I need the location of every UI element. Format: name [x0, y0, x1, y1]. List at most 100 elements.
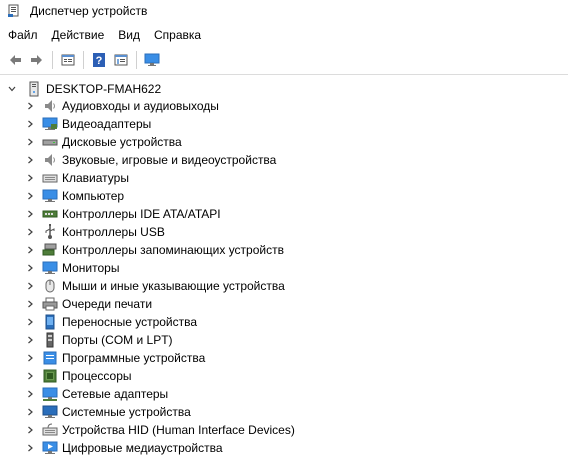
tree-expander[interactable] — [24, 313, 36, 331]
forward-button[interactable] — [26, 49, 48, 71]
tree-expander[interactable] — [24, 223, 36, 241]
tree-category-label: Системные устройства — [62, 405, 191, 419]
back-arrow-icon — [10, 55, 21, 65]
display-adapter-icon — [42, 117, 58, 130]
tree-expander[interactable] — [24, 421, 36, 439]
chevron-right-icon[interactable] — [25, 119, 35, 129]
keyboard-icon — [42, 174, 58, 183]
hid-icon — [42, 423, 58, 436]
chevron-right-icon[interactable] — [25, 263, 35, 273]
properties-icon — [61, 54, 75, 66]
tree-category-item[interactable]: Сетевые адаптеры — [24, 385, 168, 403]
chevron-right-icon[interactable] — [25, 353, 35, 363]
chevron-right-icon[interactable] — [25, 299, 35, 309]
tree-expander[interactable] — [24, 97, 36, 115]
chevron-right-icon[interactable] — [25, 137, 35, 147]
tree-category-item[interactable]: Компьютер — [24, 187, 124, 205]
tree-category-label: Контроллеры запоминающих устройств — [62, 243, 284, 257]
tree-category-label: Процессоры — [62, 369, 132, 383]
toolbar-separator — [52, 51, 53, 69]
chevron-right-icon[interactable] — [25, 191, 35, 201]
tree-expander[interactable] — [6, 80, 18, 98]
tree-category-label: Аудиовходы и аудиовыходы — [62, 99, 219, 113]
storage-controller-icon — [42, 243, 57, 256]
software-device-icon — [43, 351, 57, 365]
properties-button[interactable] — [57, 49, 79, 71]
tree-category-label: Программные устройства — [62, 351, 206, 365]
tree-category-item[interactable]: Мыши и иные указывающие устройства — [24, 277, 285, 295]
chevron-right-icon[interactable] — [25, 389, 35, 399]
chevron-right-icon[interactable] — [25, 407, 35, 417]
menu-file[interactable]: Файл — [3, 25, 43, 45]
chevron-right-icon[interactable] — [25, 101, 35, 111]
portable-device-icon — [45, 314, 55, 330]
tree-category-label: Сетевые адаптеры — [62, 387, 169, 401]
scan-hardware-button[interactable] — [141, 49, 163, 71]
menu-view[interactable]: Вид — [113, 25, 145, 45]
back-button[interactable] — [4, 49, 26, 71]
chevron-right-icon[interactable] — [25, 335, 35, 345]
chevron-right-icon[interactable] — [25, 155, 35, 165]
tree-expander[interactable] — [24, 331, 36, 349]
tree-category-item[interactable]: Контроллеры запоминающих устройств — [24, 241, 284, 259]
chevron-right-icon[interactable] — [25, 317, 35, 327]
chevron-right-icon[interactable] — [25, 209, 35, 219]
tree-category-item[interactable]: Видеоадаптеры — [24, 115, 151, 133]
tree-expander[interactable] — [24, 403, 36, 421]
tree-category-item[interactable]: Звуковые, игровые и видеоустройства — [24, 151, 276, 169]
tree-category-item[interactable]: Контроллеры IDE ATA/ATAPI — [24, 205, 221, 223]
tree-expander[interactable] — [24, 277, 36, 295]
tree-category-label: Видеоадаптеры — [62, 117, 152, 131]
tree-category-label: Очереди печати — [62, 297, 153, 311]
menu-bar: Файл Действие Вид Справка — [0, 25, 568, 45]
monitor-icon — [42, 189, 58, 202]
tree-category-label: Цифровые медиаустройства — [62, 441, 223, 455]
device-manager-icon — [7, 4, 21, 18]
printer-icon — [42, 297, 58, 311]
tree-expander[interactable] — [24, 205, 36, 223]
toolbar-separator — [136, 51, 137, 69]
tree-category-item[interactable]: Мониторы — [24, 259, 119, 277]
tree-expander[interactable] — [24, 367, 36, 385]
help-button[interactable]: ? — [88, 49, 110, 71]
tree-category-item[interactable]: Очереди печати — [24, 295, 152, 313]
show-hide-console-tree-button[interactable] — [110, 49, 132, 71]
tree-category-item[interactable]: Порты (COM и LPT) — [24, 331, 173, 349]
tree-expander[interactable] — [24, 241, 36, 259]
tree-category-item[interactable]: Процессоры — [24, 367, 132, 385]
tree-category-item[interactable]: Программные устройства — [24, 349, 205, 367]
tree-expander[interactable] — [24, 115, 36, 133]
chevron-right-icon[interactable] — [25, 371, 35, 381]
tree-expander[interactable] — [24, 133, 36, 151]
tree-expander[interactable] — [24, 187, 36, 205]
tree-expander[interactable] — [24, 169, 36, 187]
tree-category-item[interactable]: Переносные устройства — [24, 313, 197, 331]
tree-category-item[interactable]: Клавиатуры — [24, 169, 129, 187]
tree-category-item[interactable]: Аудиовходы и аудиовыходы — [24, 97, 219, 115]
tree-expander[interactable] — [24, 349, 36, 367]
tree-category-item[interactable]: Системные устройства — [24, 403, 191, 421]
tree-category-item[interactable]: Контроллеры USB — [24, 223, 165, 241]
tree-category-item[interactable]: Устройства HID (Human Interface Devices) — [24, 421, 295, 439]
tree-expander[interactable] — [24, 385, 36, 403]
tree-expander[interactable] — [24, 439, 36, 457]
tree-category-item[interactable]: Цифровые медиаустройства — [24, 439, 223, 457]
tree-expander[interactable] — [24, 151, 36, 169]
tree-category-label: Звуковые, игровые и видеоустройства — [62, 153, 277, 167]
menu-action[interactable]: Действие — [47, 25, 110, 45]
toolbar: ? — [0, 48, 568, 72]
ide-controller-icon — [42, 210, 58, 218]
chevron-right-icon[interactable] — [25, 173, 35, 183]
chevron-right-icon[interactable] — [25, 227, 35, 237]
chevron-right-icon[interactable] — [25, 245, 35, 255]
chevron-right-icon[interactable] — [25, 425, 35, 435]
tree-expander[interactable] — [24, 259, 36, 277]
chevron-right-icon[interactable] — [25, 443, 35, 453]
tree-expander[interactable] — [24, 295, 36, 313]
tree-root-computer[interactable]: DESKTOP-FMAH622 — [6, 80, 161, 98]
chevron-down-icon[interactable] — [7, 84, 17, 94]
menu-help[interactable]: Справка — [149, 25, 206, 45]
chevron-right-icon[interactable] — [25, 281, 35, 291]
tree-category-item[interactable]: Дисковые устройства — [24, 133, 182, 151]
system-device-icon — [42, 405, 58, 418]
